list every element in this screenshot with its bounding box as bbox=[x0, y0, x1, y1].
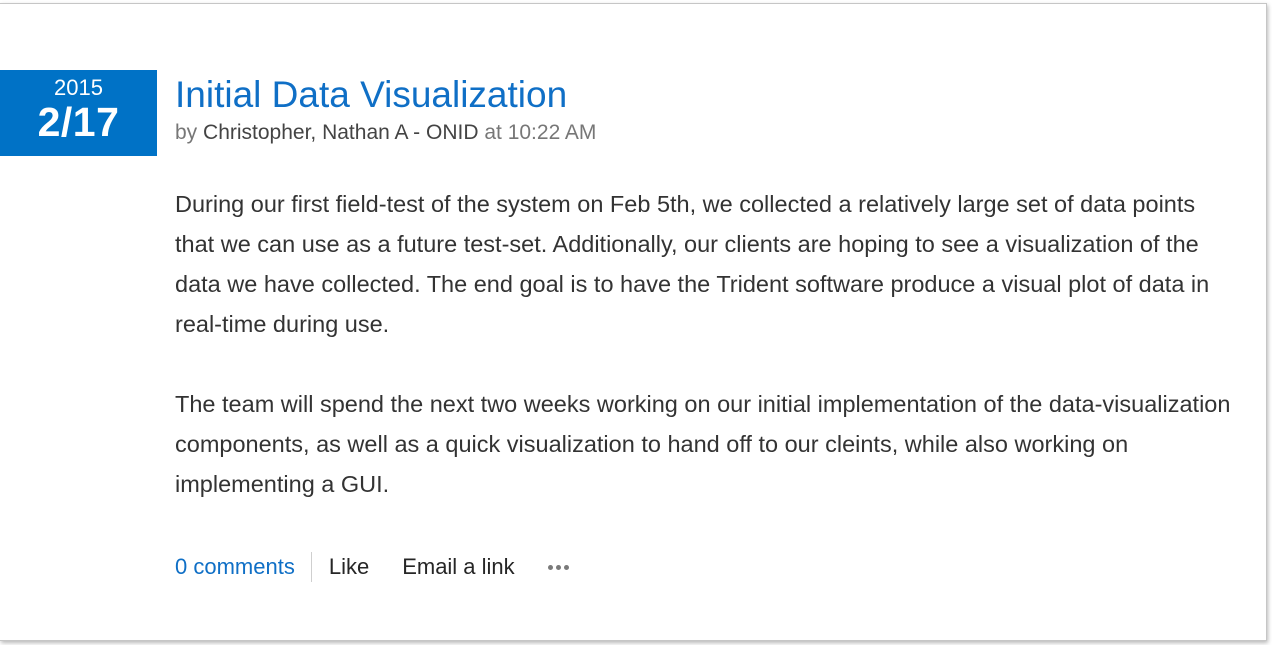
post-body: During our first field-test of the syste… bbox=[175, 184, 1235, 504]
ellipsis-dot bbox=[563, 564, 569, 570]
post-actions: 0 comments Like Email a link bbox=[175, 550, 569, 584]
blog-post-card: 2015 2/17 Initial Data Visualization by … bbox=[0, 3, 1267, 641]
post-title-link[interactable]: Initial Data Visualization bbox=[175, 72, 567, 118]
byline: by Christopher, Nathan A - ONID at 10:22… bbox=[175, 120, 596, 146]
email-link-button[interactable]: Email a link bbox=[402, 554, 514, 580]
date-badge: 2015 2/17 bbox=[0, 70, 157, 156]
post-paragraph: The team will spend the next two weeks w… bbox=[175, 391, 1231, 497]
comments-link[interactable]: 0 comments bbox=[175, 554, 295, 580]
like-button[interactable]: Like bbox=[329, 554, 369, 580]
ellipsis-icon[interactable] bbox=[547, 557, 569, 577]
ellipsis-dot bbox=[555, 564, 561, 570]
post-time: 10:22 AM bbox=[507, 121, 597, 144]
actions-divider bbox=[310, 552, 312, 582]
date-day: 2/17 bbox=[37, 99, 120, 145]
date-year: 2015 bbox=[54, 75, 103, 100]
author-link[interactable]: Christopher, Nathan A - ONID bbox=[203, 121, 478, 144]
post-paragraph: During our first field-test of the syste… bbox=[175, 191, 1210, 337]
byline-by-label: by bbox=[175, 121, 198, 144]
byline-at-label: at bbox=[484, 121, 502, 144]
ellipsis-dot bbox=[547, 564, 553, 570]
